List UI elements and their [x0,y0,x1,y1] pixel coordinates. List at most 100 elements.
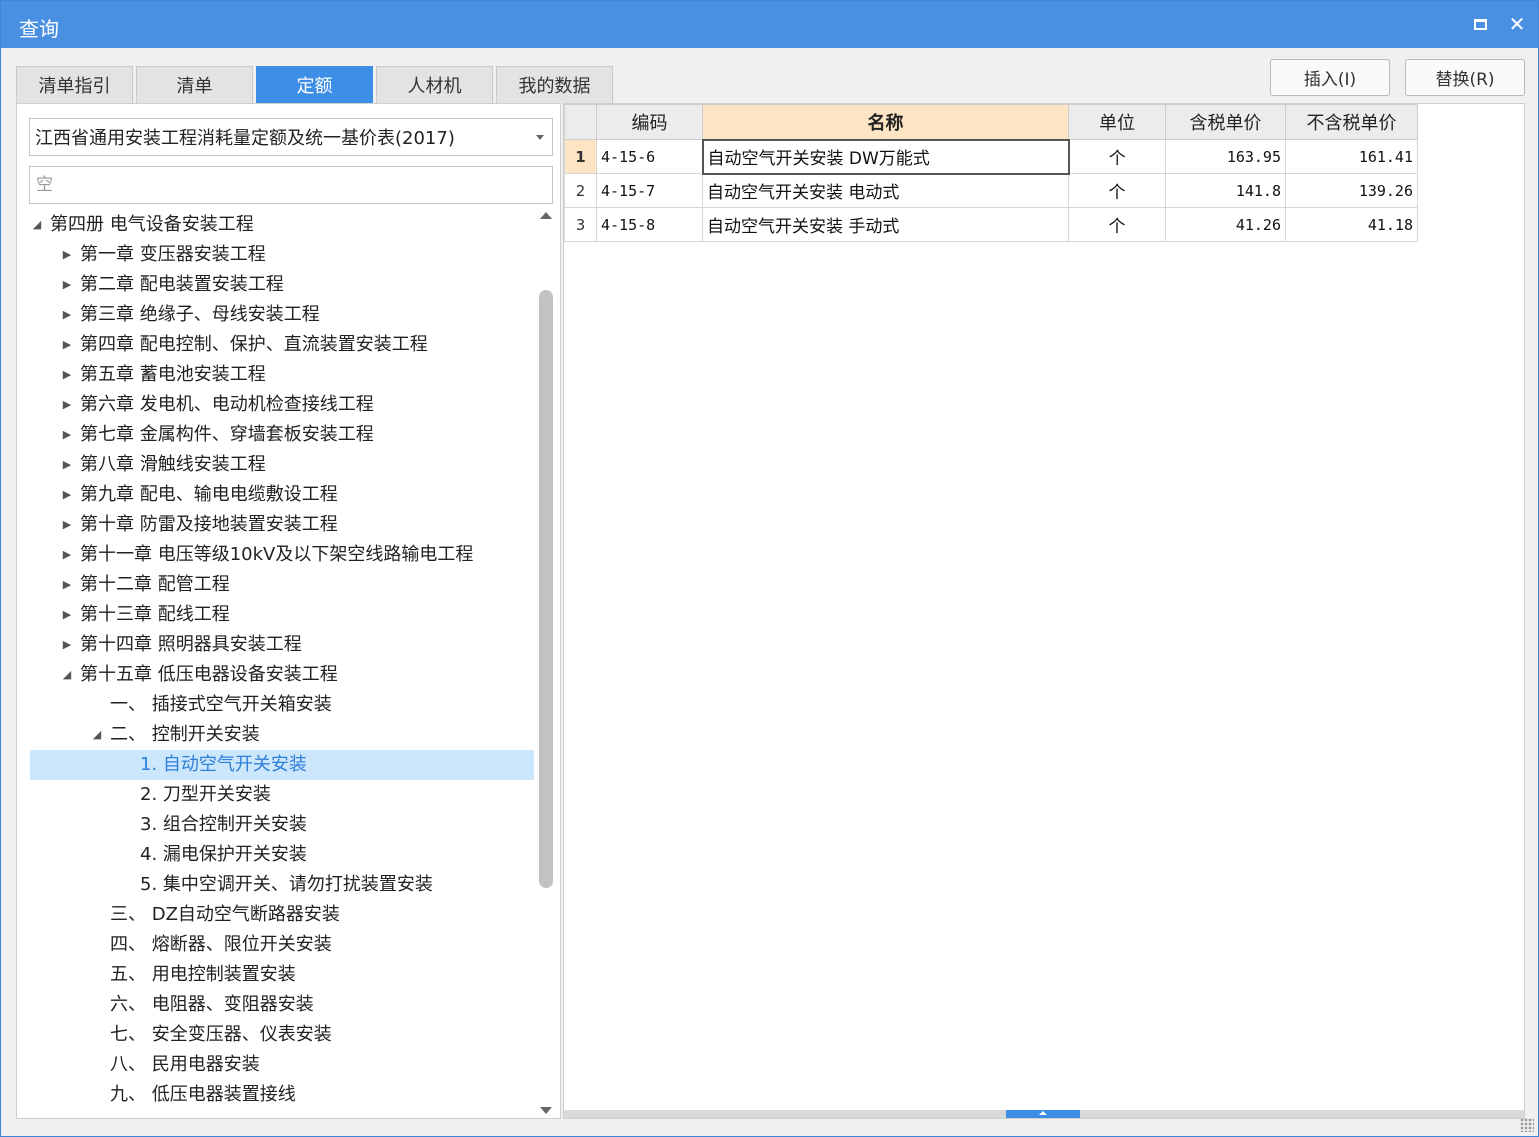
tree-node[interactable]: ◢ 第四册 电气设备安装工程 [30,210,534,240]
tree-node[interactable]: ▶ 第十三章 配线工程 [30,600,534,630]
tree-node-label: 第五章 蓄电池安装工程 [80,364,266,385]
tree-node[interactable]: ▶ 第八章 滑触线安装工程 [30,450,534,480]
cell-code[interactable]: 4-15-6 [596,139,703,174]
tab-bill-guide[interactable]: 清单指引 [16,66,133,103]
expand-arrow-icon[interactable]: ▶ [60,420,74,450]
expand-arrow-icon[interactable]: ▶ [60,510,74,540]
expand-arrow-icon[interactable]: ▶ [60,450,74,480]
tree-node[interactable]: 五、 用电控制装置安装 [30,960,534,990]
tree-node[interactable]: 八、 民用电器安装 [30,1050,534,1080]
cell-price-tax[interactable]: 41.26 [1165,207,1286,242]
cell-price-notax[interactable]: 41.18 [1285,207,1418,242]
tree-node[interactable]: 4. 漏电保护开关安装 [30,840,534,870]
expand-arrow-icon[interactable]: ▶ [60,540,74,570]
cell-name[interactable]: 自动空气开关安装 DW万能式 [701,138,1070,175]
tree-node-label: 四、 熔断器、限位开关安装 [110,934,332,955]
left-panel: 江西省通用安装工程消耗量定额及统一基价表(2017) ◢ 第四册 电气设备安装工程… [16,103,561,1119]
collapse-arrow-icon[interactable]: ◢ [60,660,74,690]
resize-grip-icon[interactable] [1520,1118,1534,1132]
column-header-price-notax[interactable]: 不含税单价 [1285,104,1418,140]
expand-arrow-icon[interactable]: ▶ [60,330,74,360]
tree-node[interactable]: ▶ 第六章 发电机、电动机检查接线工程 [30,390,534,420]
tree-node-label: 第四册 电气设备安装工程 [50,214,254,235]
column-header-price-tax[interactable]: 含税单价 [1165,104,1286,140]
tree-scrollbar[interactable] [537,210,555,1116]
expand-arrow-icon[interactable]: ▶ [60,630,74,660]
scroll-down-icon[interactable] [540,1107,552,1114]
tree-node[interactable]: 2. 刀型开关安装 [30,780,534,810]
cell-name[interactable]: 自动空气开关安装 手动式 [702,207,1069,242]
tree-node[interactable]: ▶ 第三章 绝缘子、母线安装工程 [30,300,534,330]
tree-node[interactable]: ▶ 第七章 金属构件、穿墙套板安装工程 [30,420,534,450]
cell-price-tax[interactable]: 163.95 [1165,139,1286,174]
tree-node[interactable]: ▶ 第一章 变压器安装工程 [30,240,534,270]
tree-node[interactable]: 七、 安全变压器、仪表安装 [30,1020,534,1050]
tree-node[interactable]: ▶ 第二章 配电装置安装工程 [30,270,534,300]
tree-node[interactable]: ▶ 第十二章 配管工程 [30,570,534,600]
collapse-arrow-icon[interactable]: ◢ [30,210,44,240]
table-row[interactable]: 2 4-15-7 自动空气开关安装 电动式 个 141.8 139.26 [564,173,1418,208]
tree-node[interactable]: 5. 集中空调开关、请勿打扰装置安装 [30,870,534,900]
cell-name[interactable]: 自动空气开关安装 电动式 [702,173,1069,208]
cell-price-notax[interactable]: 161.41 [1285,139,1418,174]
maximize-icon[interactable] [1467,11,1493,37]
scroll-up-icon[interactable] [540,212,552,219]
tree-node-label: 第二章 配电装置安装工程 [80,274,284,295]
quota-library-select[interactable]: 江西省通用安装工程消耗量定额及统一基价表(2017) [29,118,553,156]
insert-button[interactable]: 插入(I) [1270,59,1390,96]
tree-node[interactable]: 九、 低压电器装置接线 [30,1080,534,1110]
table-row[interactable]: 1 4-15-6 自动空气开关安装 DW万能式 个 163.95 161.41 [564,138,1418,175]
tab-bill[interactable]: 清单 [136,66,253,103]
row-number-header [564,104,597,140]
tree-node-label: 第十章 防雷及接地装置安装工程 [80,514,338,535]
column-header-name[interactable]: 名称 [702,104,1069,140]
table-row[interactable]: 3 4-15-8 自动空气开关安装 手动式 个 41.26 41.18 [564,207,1418,242]
tree-node[interactable]: 四、 熔断器、限位开关安装 [30,930,534,960]
expand-arrow-icon[interactable]: ▶ [60,360,74,390]
replace-button[interactable]: 替换(R) [1405,59,1525,96]
column-header-unit[interactable]: 单位 [1068,104,1166,140]
close-icon[interactable]: ✕ [1504,11,1530,37]
tree-node-label: 第九章 配电、输电电缆敷设工程 [80,484,338,505]
tree-node[interactable]: 1. 自动空气开关安装 [30,750,534,780]
cell-unit[interactable]: 个 [1068,207,1166,242]
tree-node[interactable]: 一、 插接式空气开关箱安装 [30,690,534,720]
horizontal-scrollbar[interactable] [564,1110,1524,1118]
tab-labor-material-machine[interactable]: 人材机 [376,66,493,103]
tree-node-label: 3. 组合控制开关安装 [140,814,307,835]
cell-price-notax[interactable]: 139.26 [1285,173,1418,208]
cell-unit[interactable]: 个 [1068,173,1166,208]
tree-node[interactable]: ▶ 第十四章 照明器具安装工程 [30,630,534,660]
cell-code[interactable]: 4-15-7 [596,173,703,208]
search-input[interactable] [29,166,553,204]
scrollbar-thumb[interactable] [539,290,553,888]
tree-node-label: 第一章 变压器安装工程 [80,244,266,265]
collapse-arrow-icon[interactable]: ◢ [90,720,104,750]
tree-node-label: 第四章 配电控制、保护、直流装置安装工程 [80,334,428,355]
splitter-handle[interactable] [1006,1110,1080,1118]
expand-arrow-icon[interactable]: ▶ [60,300,74,330]
tree-node[interactable]: ▶ 第十一章 电压等级10kV及以下架空线路输电工程 [30,540,534,570]
row-number: 2 [564,173,597,208]
cell-unit[interactable]: 个 [1068,139,1166,174]
tree-node[interactable]: ▶ 第四章 配电控制、保护、直流装置安装工程 [30,330,534,360]
expand-arrow-icon[interactable]: ▶ [60,240,74,270]
tree-node[interactable]: ▶ 第九章 配电、输电电缆敷设工程 [30,480,534,510]
cell-price-tax[interactable]: 141.8 [1165,173,1286,208]
tree-node[interactable]: 3. 组合控制开关安装 [30,810,534,840]
tree-node[interactable]: 三、 DZ自动空气断路器安装 [30,900,534,930]
expand-arrow-icon[interactable]: ▶ [60,270,74,300]
tree-node[interactable]: ▶ 第十章 防雷及接地装置安装工程 [30,510,534,540]
tree-node[interactable]: 六、 电阻器、变阻器安装 [30,990,534,1020]
tree-node[interactable]: ▶ 第五章 蓄电池安装工程 [30,360,534,390]
tab-my-data[interactable]: 我的数据 [496,66,613,103]
expand-arrow-icon[interactable]: ▶ [60,480,74,510]
tab-quota[interactable]: 定额 [256,66,373,103]
expand-arrow-icon[interactable]: ▶ [60,390,74,420]
column-header-code[interactable]: 编码 [596,104,703,140]
tree-node[interactable]: ◢ 二、 控制开关安装 [30,720,534,750]
expand-arrow-icon[interactable]: ▶ [60,600,74,630]
tree-node[interactable]: ◢ 第十五章 低压电器设备安装工程 [30,660,534,690]
expand-arrow-icon[interactable]: ▶ [60,570,74,600]
cell-code[interactable]: 4-15-8 [596,207,703,242]
